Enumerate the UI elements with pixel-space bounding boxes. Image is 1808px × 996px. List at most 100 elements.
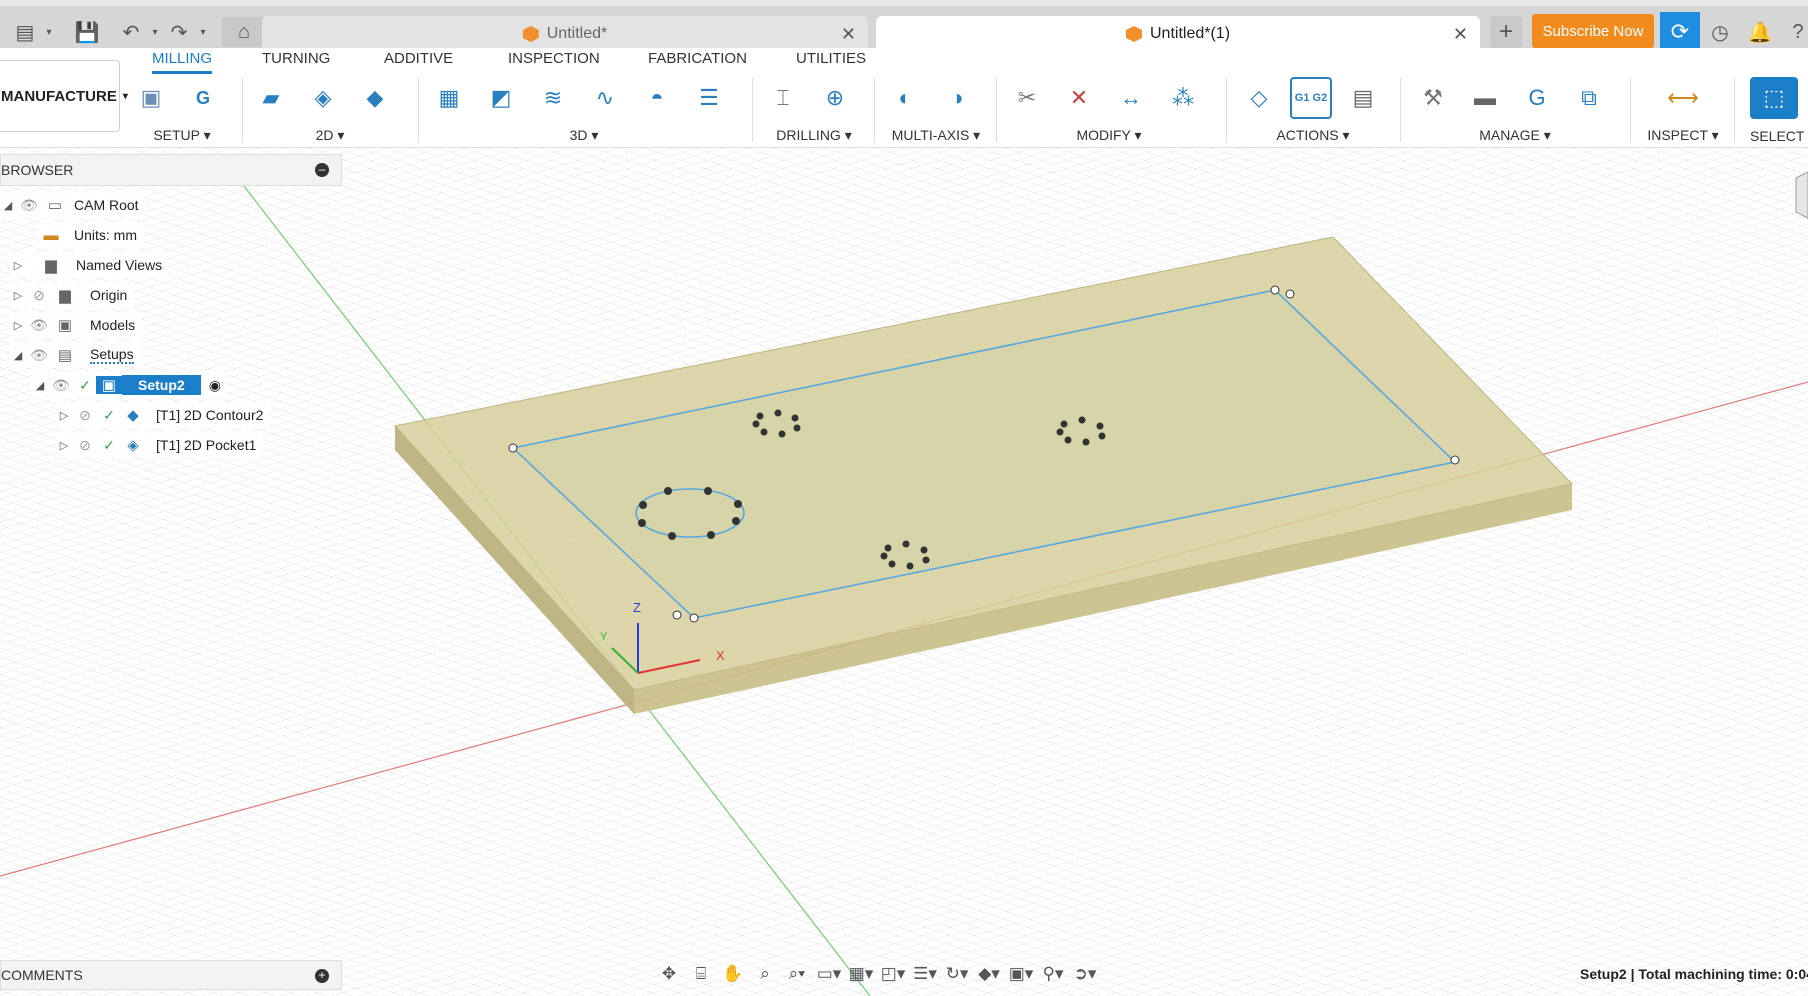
parallel-icon[interactable]: ◓	[636, 77, 678, 119]
canvas-viewport[interactable]: Z X Y	[0, 148, 1808, 996]
toolpath-display-icon[interactable]: ➲▾	[1072, 964, 1098, 984]
collapse-icon[interactable]: –	[315, 163, 329, 177]
help-icon[interactable]: ?	[1782, 16, 1808, 48]
job-status-icon[interactable]: ◷	[1704, 16, 1736, 48]
chevron-down-icon[interactable]: ▾	[194, 17, 212, 47]
setup-icon[interactable]: ▣	[130, 77, 172, 119]
tree-item-2d-pocket1[interactable]: ▷ ⊘ ✓ ◈ [T1] 2D Pocket1	[56, 432, 263, 458]
3d-pocket-icon[interactable]: ◩	[480, 77, 522, 119]
tree-item-setup2[interactable]: ◢ 👁 ✓ ▣ Setup2 ◉	[32, 372, 227, 398]
redo-icon[interactable]: ↷	[164, 17, 194, 47]
rotate-icon[interactable]: ↻▾	[944, 964, 970, 984]
tab-inspection[interactable]: INSPECTION	[508, 50, 600, 67]
expand-triangle-icon[interactable]: ▷	[56, 409, 72, 422]
nc-program-icon[interactable]: G	[182, 77, 224, 119]
select-menu[interactable]: SELECT	[1750, 128, 1808, 144]
template-library-icon[interactable]: ⧉	[1568, 77, 1610, 119]
look-at-icon[interactable]: ⌸	[688, 964, 714, 984]
orbit-constrained-icon[interactable]: ✥	[656, 964, 682, 984]
trim-icon[interactable]: ✂	[1006, 77, 1048, 119]
tree-item-setups[interactable]: ◢ 👁 ▤ Setups	[10, 342, 140, 368]
manage-menu[interactable]: MANAGE ▾	[1412, 127, 1618, 144]
collapse-triangle-icon[interactable]: ◢	[10, 349, 26, 362]
post-process-icon[interactable]: G1 G2	[1290, 77, 1332, 119]
workspace-switcher[interactable]: MANUFACTURE ▾	[0, 60, 128, 132]
subscribe-now-button[interactable]: Subscribe Now	[1532, 14, 1654, 48]
tree-item-units[interactable]: ▬ Units: mm	[38, 222, 143, 248]
viewports-icon[interactable]: ◰▾	[880, 964, 906, 984]
active-radio-icon[interactable]: ◉	[209, 377, 221, 394]
grid-settings-icon[interactable]: ▦▾	[848, 964, 874, 984]
display-settings-icon[interactable]: ▭▾	[816, 964, 842, 984]
actions-menu[interactable]: ACTIONS ▾	[1238, 127, 1388, 144]
flow-icon[interactable]: ∿	[584, 77, 626, 119]
chevron-down-icon[interactable]: ▾	[146, 17, 164, 47]
tree-item-models[interactable]: ▷ 👁 ▣ Models	[10, 312, 142, 338]
zoom-icon[interactable]: ⌕	[752, 964, 778, 984]
setup-menu[interactable]: SETUP ▾	[130, 127, 234, 144]
eye-icon[interactable]: 👁	[48, 377, 74, 394]
steep-shallow-icon[interactable]: ≋	[532, 77, 574, 119]
eye-icon[interactable]: 👁	[16, 197, 42, 214]
machine-library-icon[interactable]: ▬	[1464, 77, 1506, 119]
expand-triangle-icon[interactable]: ▷	[10, 289, 26, 302]
undo-icon[interactable]: ↶	[116, 17, 146, 47]
move-icon[interactable]: ↔	[1110, 77, 1152, 119]
hole-recognition-icon[interactable]: ⊕	[814, 77, 856, 119]
model-canvas[interactable]: Z X Y	[0, 148, 1808, 996]
close-icon[interactable]: ✕	[841, 24, 856, 45]
document-tab-active[interactable]: Untitled*(1) ✕	[876, 16, 1480, 52]
notification-bell-icon[interactable]: 🔔	[1744, 16, 1776, 48]
tab-turning[interactable]: TURNING	[262, 50, 330, 67]
tab-milling[interactable]: MILLING	[152, 50, 213, 74]
drill-icon[interactable]: ⌶	[762, 77, 804, 119]
simulate-icon[interactable]: ◇	[1238, 77, 1280, 119]
delete-toolpath-icon[interactable]: ✕	[1058, 77, 1100, 119]
add-comment-icon[interactable]: +	[315, 969, 329, 983]
close-icon[interactable]: ✕	[1453, 24, 1468, 45]
select-icon[interactable]: ⬚	[1750, 77, 1798, 119]
multi-axis-contour-icon[interactable]: ◑	[936, 77, 978, 119]
stock-display-icon[interactable]: ▣▾	[1008, 964, 1034, 984]
inspect-menu[interactable]: INSPECT ▾	[1640, 127, 1726, 144]
comments-panel[interactable]: COMMENTS +	[0, 960, 342, 990]
drilling-menu[interactable]: DRILLING ▾	[762, 127, 866, 144]
eye-hidden-icon[interactable]: ⊘	[72, 407, 98, 424]
expand-triangle-icon[interactable]: ▷	[10, 319, 26, 332]
tool-library-icon[interactable]: ⚒	[1412, 77, 1454, 119]
tab-utilities[interactable]: UTILITIES	[796, 50, 866, 67]
save-icon[interactable]: 💾	[72, 17, 102, 47]
sync-icon[interactable]: ⟳	[1660, 12, 1700, 52]
pattern-icon[interactable]: ⁂	[1162, 77, 1204, 119]
browser-panel-header[interactable]: BROWSER –	[0, 154, 342, 186]
home-icon[interactable]: ⌂	[222, 17, 266, 47]
section-icon[interactable]: ☰▾	[912, 964, 938, 984]
3d-adaptive-icon[interactable]: ▦	[428, 77, 470, 119]
visual-style-icon[interactable]: ◆▾	[976, 964, 1002, 984]
measure-icon[interactable]: ⟷	[1662, 77, 1704, 119]
eye-icon[interactable]: 👁	[26, 317, 52, 334]
expand-triangle-icon[interactable]: ▷	[56, 439, 72, 452]
multi-axis-menu[interactable]: MULTI-AXIS ▾	[884, 127, 988, 144]
eye-icon[interactable]: 👁	[26, 347, 52, 364]
setup-sheet-icon[interactable]: ▤	[1342, 77, 1384, 119]
tab-fabrication[interactable]: FABRICATION	[648, 50, 747, 67]
2d-pocket-icon[interactable]: ◈	[302, 77, 344, 119]
face-icon[interactable]: ◆	[354, 77, 396, 119]
tree-item-named-views[interactable]: ▷ ▆ Named Views	[10, 252, 169, 278]
tab-additive[interactable]: ADDITIVE	[384, 50, 453, 67]
view-cube[interactable]	[1795, 171, 1808, 219]
eye-hidden-icon[interactable]: ⊘	[72, 437, 98, 454]
2d-adaptive-icon[interactable]: ▰	[250, 77, 292, 119]
document-tab[interactable]: Untitled* ✕	[262, 16, 868, 52]
tree-item-cam-root[interactable]: ◢ 👁 ▭ CAM Root	[0, 192, 145, 218]
new-tab-button[interactable]: +	[1490, 16, 1522, 48]
chevron-down-icon[interactable]: ▾	[40, 17, 58, 47]
post-library-icon[interactable]: G	[1516, 77, 1558, 119]
zoom-window-icon[interactable]: ⌕▾	[784, 964, 810, 984]
2d-menu[interactable]: 2D ▾	[250, 127, 410, 144]
eye-hidden-icon[interactable]: ⊘	[26, 287, 52, 304]
tree-item-origin[interactable]: ▷ ⊘ ▆ Origin	[10, 282, 134, 308]
collapse-triangle-icon[interactable]: ◢	[32, 379, 48, 392]
pan-icon[interactable]: ✋	[720, 964, 746, 984]
